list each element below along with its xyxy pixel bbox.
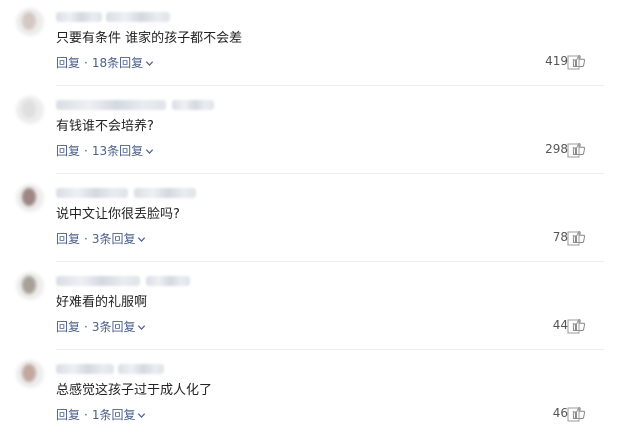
avatar[interactable]: [16, 96, 44, 124]
comment-text: 说中文让你很丢脸吗?: [56, 207, 180, 222]
report-icon: [567, 231, 580, 246]
username-redacted: [118, 364, 164, 374]
avatar-image: [22, 12, 36, 30]
divider: [56, 173, 604, 174]
avatar[interactable]: [16, 272, 44, 300]
avatar[interactable]: [16, 184, 44, 212]
comment-actions: 回复 · 13条回复: [56, 143, 154, 159]
replies-count-label: 3条回复: [91, 232, 136, 246]
view-replies-button[interactable]: 3条回复: [92, 319, 147, 335]
replies-count-label: 1条回复: [91, 408, 136, 422]
report-icon: [567, 407, 580, 422]
report-button[interactable]: [567, 407, 580, 422]
replies-count-label: 18条回复: [91, 56, 144, 70]
comment-item: 好难看的礼服啊 回复 · 3条回复 44: [0, 264, 640, 350]
comment-actions: 回复 · 1条回复: [56, 407, 146, 423]
chevron-down-icon: [146, 148, 154, 154]
comment-item: 有钱谁不会培养? 回复 · 13条回复 298: [0, 88, 640, 174]
reply-button[interactable]: 回复: [56, 231, 80, 247]
username-redacted: [106, 12, 170, 22]
username-redacted: [56, 100, 166, 110]
like-count: 419: [545, 54, 568, 68]
report-icon: [567, 55, 580, 70]
comment-text: 总感觉这孩子过于成人化了: [56, 383, 213, 398]
reply-button[interactable]: 回复: [56, 143, 80, 159]
reply-button[interactable]: 回复: [56, 55, 80, 71]
username-redacted: [56, 188, 128, 198]
comment-item: 说中文让你很丢脸吗? 回复 · 3条回复 78: [0, 176, 640, 262]
divider: [56, 85, 604, 86]
report-icon: [567, 143, 580, 158]
avatar[interactable]: [16, 8, 44, 36]
comment-text: 有钱谁不会培养?: [56, 119, 154, 134]
avatar-image: [22, 364, 36, 382]
chevron-down-icon: [146, 60, 154, 66]
separator-dot: ·: [84, 232, 88, 246]
comment-item: 只要有条件 谁家的孩子都不会差 回复 · 18条回复 419: [0, 0, 640, 86]
view-replies-button[interactable]: 18条回复: [92, 55, 154, 71]
separator-dot: ·: [84, 144, 88, 158]
separator-dot: ·: [84, 320, 88, 334]
comment-item: 总感觉这孩子过于成人化了 回复 · 1条回复 46: [0, 352, 640, 438]
like-count: 46: [552, 406, 568, 420]
avatar-image: [22, 100, 36, 118]
report-button[interactable]: [567, 231, 580, 246]
comment-text: 好难看的礼服啊: [56, 295, 148, 310]
username-redacted: [146, 276, 190, 286]
comment-actions: 回复 · 18条回复: [56, 55, 154, 71]
report-icon: [567, 319, 580, 334]
report-button[interactable]: [567, 55, 580, 70]
chevron-down-icon: [138, 412, 146, 418]
comment-text: 只要有条件 谁家的孩子都不会差: [56, 31, 243, 46]
separator-dot: ·: [84, 56, 88, 70]
reply-button[interactable]: 回复: [56, 407, 80, 423]
reply-button[interactable]: 回复: [56, 319, 80, 335]
separator-dot: ·: [84, 408, 88, 422]
view-replies-button[interactable]: 13条回复: [92, 143, 154, 159]
like-count: 78: [552, 230, 568, 244]
comment-actions: 回复 · 3条回复: [56, 231, 146, 247]
like-count: 298: [545, 142, 568, 156]
username-redacted: [56, 364, 114, 374]
view-replies-button[interactable]: 3条回复: [92, 231, 147, 247]
replies-count-label: 3条回复: [91, 320, 136, 334]
avatar-image: [22, 276, 36, 294]
avatar[interactable]: [16, 360, 44, 388]
divider: [56, 349, 604, 350]
chevron-down-icon: [138, 324, 146, 330]
divider: [56, 261, 604, 262]
report-button[interactable]: [567, 319, 580, 334]
avatar-image: [22, 188, 36, 206]
username-redacted: [172, 100, 214, 110]
chevron-down-icon: [138, 236, 146, 242]
username-redacted: [56, 276, 140, 286]
report-button[interactable]: [567, 143, 580, 158]
like-count: 44: [552, 318, 568, 332]
username-redacted: [134, 188, 196, 198]
replies-count-label: 13条回复: [91, 144, 144, 158]
view-replies-button[interactable]: 1条回复: [92, 407, 147, 423]
comment-actions: 回复 · 3条回复: [56, 319, 146, 335]
username-redacted: [56, 12, 102, 22]
